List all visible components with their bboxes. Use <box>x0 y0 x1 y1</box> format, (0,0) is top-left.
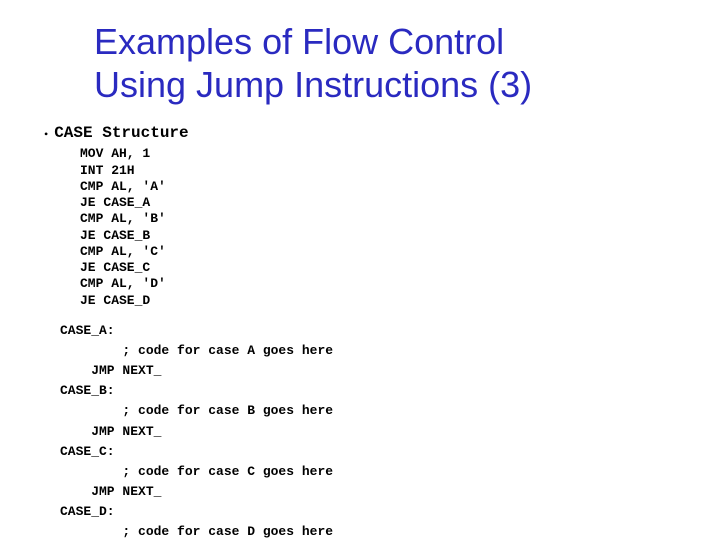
slide: Examples of Flow Control Using Jump Inst… <box>0 0 720 540</box>
slide-title: Examples of Flow Control Using Jump Inst… <box>94 20 680 106</box>
title-line-2: Using Jump Instructions (3) <box>94 64 532 105</box>
title-line-1: Examples of Flow Control <box>94 21 504 62</box>
section-heading: CASE Structure <box>54 124 188 142</box>
code-cases-block: CASE_A: ; code for case A goes here JMP … <box>60 321 680 540</box>
code-dispatch-block: MOV AH, 1 INT 21H CMP AL, 'A' JE CASE_A … <box>80 146 680 309</box>
section-row: • CASE Structure <box>44 124 680 144</box>
bullet-icon: • <box>44 128 48 140</box>
